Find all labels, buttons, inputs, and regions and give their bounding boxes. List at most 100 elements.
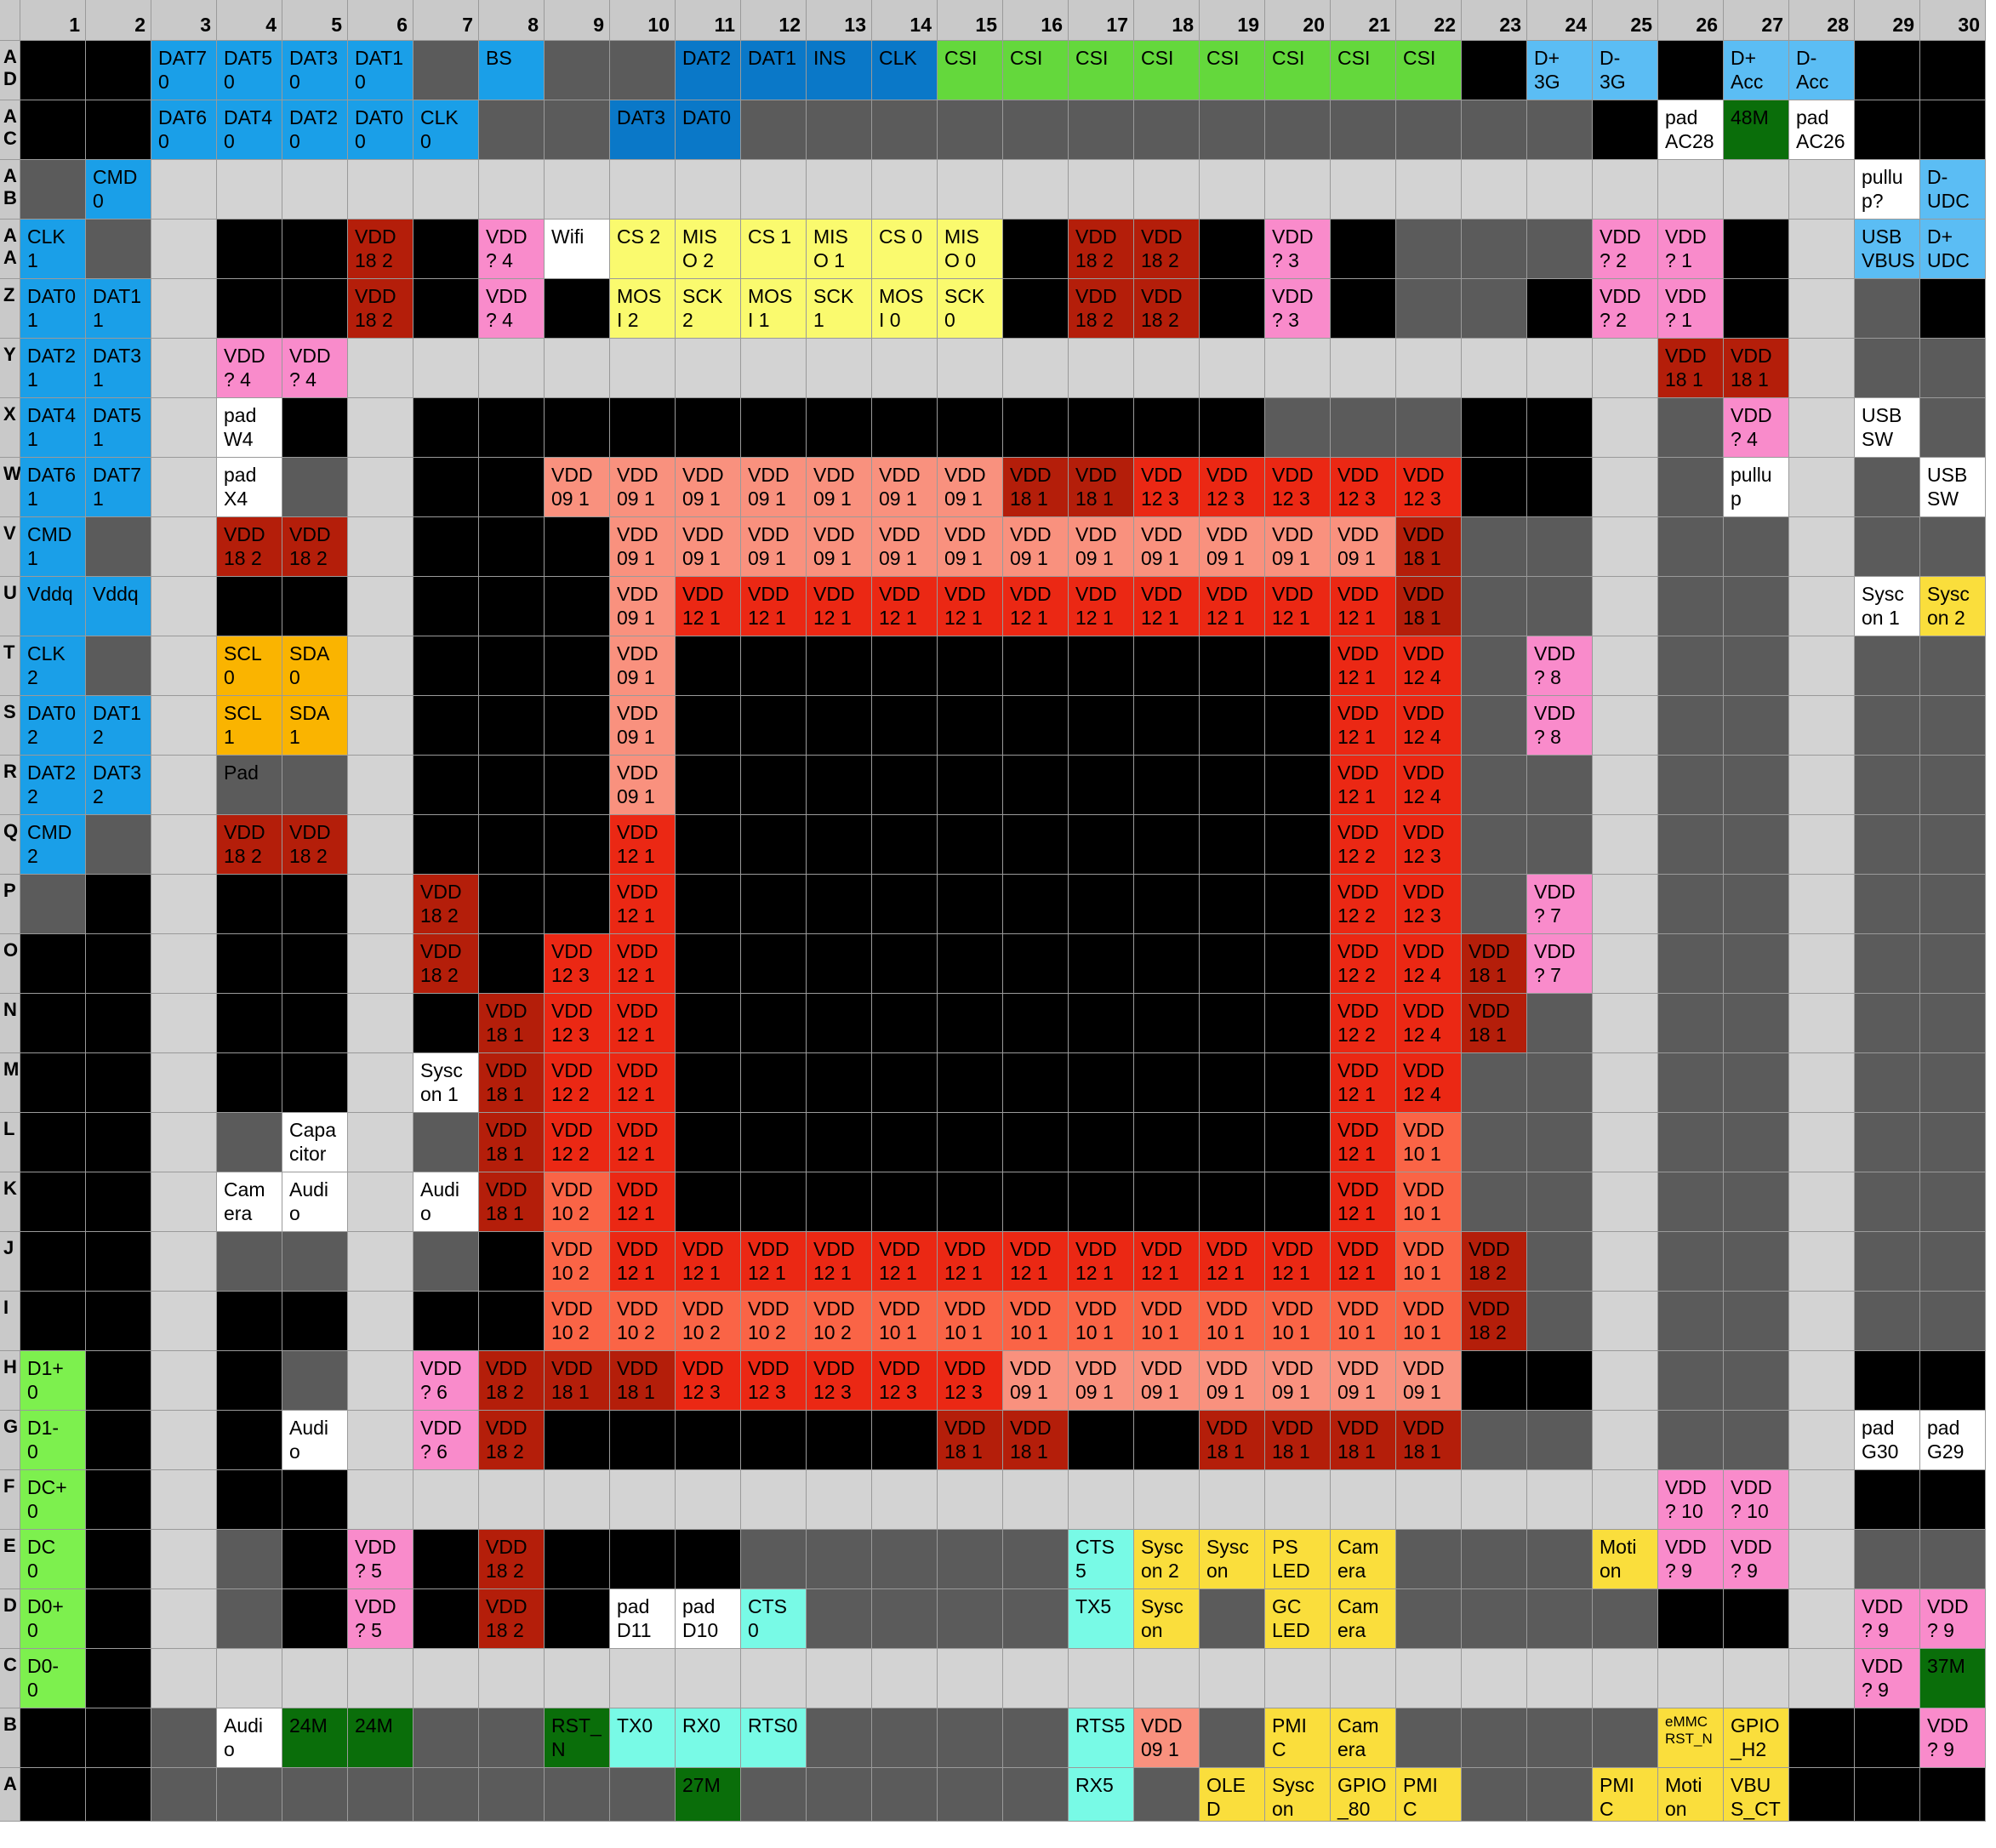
pin-cell: VDD 10 1 — [1331, 1292, 1396, 1351]
empty-cell — [938, 934, 1003, 994]
empty-cell — [1265, 994, 1331, 1053]
empty-cell — [151, 339, 217, 398]
empty-cell — [1855, 875, 1920, 934]
empty-cell — [282, 279, 348, 339]
empty-cell — [872, 1053, 938, 1113]
pin-cell: Cam era — [217, 1172, 282, 1232]
pin-cell: VDD 09 1 — [1134, 517, 1200, 577]
empty-cell — [1200, 1589, 1265, 1649]
empty-cell — [545, 100, 610, 160]
pin-cell: SCK 1 — [807, 279, 872, 339]
pin-cell: VDD ? 5 — [348, 1530, 413, 1589]
empty-cell — [282, 1292, 348, 1351]
empty-cell — [348, 398, 413, 458]
empty-cell — [20, 1708, 86, 1768]
empty-cell — [151, 1768, 217, 1822]
column-header: 7 — [413, 0, 479, 41]
empty-cell — [1003, 934, 1069, 994]
empty-cell — [1134, 398, 1200, 458]
empty-cell — [676, 875, 741, 934]
row-header: V — [0, 517, 20, 577]
empty-cell — [479, 100, 545, 160]
pin-cell: DAT3 1 — [86, 339, 151, 398]
empty-cell — [1724, 517, 1789, 577]
pin-cell: VDD ? 8 — [1527, 696, 1593, 756]
empty-cell — [1855, 517, 1920, 577]
pin-cell: 24M — [282, 1708, 348, 1768]
pin-cell: Sysc on 2 — [1920, 577, 1986, 636]
empty-cell — [1789, 934, 1855, 994]
pin-cell: DAT5 0 — [217, 41, 282, 100]
pin-cell: VDD 12 1 — [1003, 1232, 1069, 1292]
empty-cell — [545, 1768, 610, 1822]
empty-cell — [1003, 636, 1069, 696]
empty-cell — [872, 696, 938, 756]
empty-cell — [1724, 1292, 1789, 1351]
empty-cell — [1200, 636, 1265, 696]
column-header: 5 — [282, 0, 348, 41]
empty-cell — [413, 398, 479, 458]
empty-cell — [1724, 577, 1789, 636]
empty-cell — [151, 815, 217, 875]
pin-cell: VDD 18 2 — [1134, 279, 1200, 339]
pin-cell: VDD 09 1 — [741, 458, 807, 517]
pin-cell: VDD 09 1 — [610, 696, 676, 756]
pin-cell: VDD 12 4 — [1396, 994, 1462, 1053]
pin-cell: RST_ N — [545, 1708, 610, 1768]
pin-cell: VDD 10 1 — [1265, 1292, 1331, 1351]
empty-cell — [1920, 756, 1986, 815]
empty-cell — [1789, 1470, 1855, 1530]
empty-cell — [1134, 1470, 1200, 1530]
empty-cell — [479, 458, 545, 517]
pin-cell: VDD ? 4 — [282, 339, 348, 398]
empty-cell — [282, 934, 348, 994]
empty-cell — [610, 1649, 676, 1708]
pin-cell: VDD 12 4 — [1396, 636, 1462, 696]
pin-cell: pad AC26 — [1789, 100, 1855, 160]
empty-cell — [86, 1768, 151, 1822]
row-header: A — [0, 1768, 20, 1822]
empty-cell — [217, 1053, 282, 1113]
empty-cell — [86, 1292, 151, 1351]
empty-cell — [1069, 1172, 1134, 1232]
row-header: B — [0, 1708, 20, 1768]
empty-cell — [545, 815, 610, 875]
empty-cell — [1265, 1113, 1331, 1172]
empty-cell — [151, 517, 217, 577]
row-header: Y — [0, 339, 20, 398]
pin-cell: VDD 09 1 — [545, 458, 610, 517]
empty-cell — [610, 1530, 676, 1589]
pin-cell: VDD 18 2 — [1462, 1232, 1527, 1292]
empty-cell — [1462, 756, 1527, 815]
empty-cell — [413, 994, 479, 1053]
empty-cell — [1658, 1351, 1724, 1411]
empty-cell — [348, 815, 413, 875]
pin-cell: Pad — [217, 756, 282, 815]
empty-cell — [807, 100, 872, 160]
empty-cell — [1593, 339, 1658, 398]
empty-cell — [151, 577, 217, 636]
pin-cell: DAT3 — [610, 100, 676, 160]
empty-cell — [86, 994, 151, 1053]
pin-cell: VDD 09 1 — [741, 517, 807, 577]
pin-cell: VDD ? 10 — [1724, 1470, 1789, 1530]
empty-cell — [217, 1232, 282, 1292]
empty-cell — [807, 1708, 872, 1768]
pin-cell: MIS O 0 — [938, 220, 1003, 279]
empty-cell — [217, 1470, 282, 1530]
empty-cell — [1855, 696, 1920, 756]
empty-cell — [1527, 815, 1593, 875]
empty-cell — [1003, 100, 1069, 160]
empty-cell — [1789, 696, 1855, 756]
empty-cell — [1658, 636, 1724, 696]
pin-cell: VDD ? 8 — [1527, 636, 1593, 696]
empty-cell — [1265, 696, 1331, 756]
pin-cell: DAT2 1 — [20, 339, 86, 398]
empty-cell — [282, 875, 348, 934]
pin-cell: VDD 18 1 — [479, 994, 545, 1053]
pin-cell: VDD ? 7 — [1527, 934, 1593, 994]
empty-cell — [282, 1768, 348, 1822]
empty-cell — [1855, 1172, 1920, 1232]
empty-cell — [1200, 994, 1265, 1053]
empty-cell — [1527, 1470, 1593, 1530]
